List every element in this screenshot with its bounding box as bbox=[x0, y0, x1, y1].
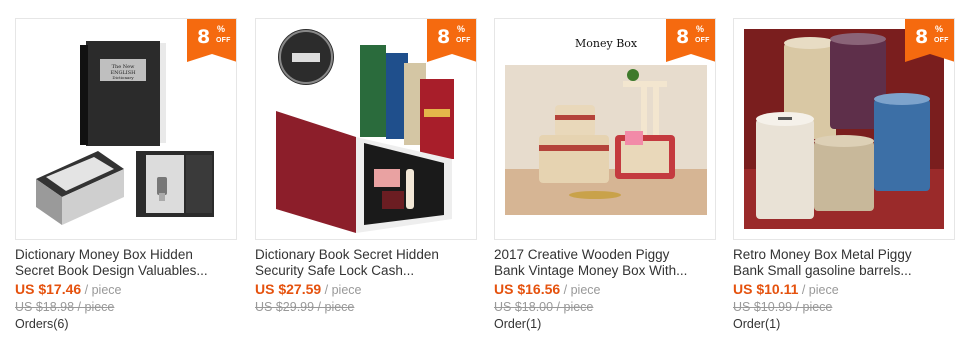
order-count: Orders(6) bbox=[15, 317, 69, 331]
product-price: US $10.11 / piece bbox=[733, 281, 839, 297]
discount-badge: 8 % OFF bbox=[187, 19, 236, 62]
order-count: Order(1) bbox=[494, 317, 542, 331]
order-count: Order(1) bbox=[733, 317, 781, 331]
discount-off: OFF bbox=[456, 37, 471, 44]
discount-value: 8 bbox=[197, 26, 211, 48]
discount-value: 8 bbox=[437, 26, 451, 48]
discount-percent: % bbox=[217, 24, 226, 34]
product-title[interactable]: 2017 Creative Wooden Piggy Bank Vintage … bbox=[494, 247, 716, 279]
original-price: US $18.98 / piece bbox=[15, 300, 115, 314]
product-title[interactable]: Retro Money Box Metal Piggy Bank Small g… bbox=[733, 247, 955, 279]
discount-off: OFF bbox=[695, 37, 710, 44]
discount-value: 8 bbox=[676, 26, 690, 48]
product-image[interactable]: 8 % OFF bbox=[255, 18, 477, 240]
original-price: US $29.99 / piece bbox=[255, 300, 355, 314]
product-price: US $17.46 / piece bbox=[15, 281, 122, 297]
discount-badge: 8 % OFF bbox=[905, 19, 954, 62]
product-image[interactable]: Money Box 8 % OFF bbox=[494, 18, 716, 240]
discount-badge: 8 % OFF bbox=[666, 19, 715, 62]
product-title[interactable]: Dictionary Book Secret Hidden Security S… bbox=[255, 247, 477, 279]
product-title[interactable]: Dictionary Money Box Hidden Secret Book … bbox=[15, 247, 237, 279]
original-price: US $18.00 / piece bbox=[494, 300, 594, 314]
discount-percent: % bbox=[935, 24, 944, 34]
product-image[interactable]: 8 % OFF bbox=[733, 18, 955, 240]
discount-off: OFF bbox=[216, 37, 231, 44]
product-price: US $16.56 / piece bbox=[494, 281, 601, 297]
discount-off: OFF bbox=[934, 37, 949, 44]
product-card[interactable]: 8 % OFF Dictionary Book Secret Hidden Se… bbox=[255, 18, 477, 316]
product-image[interactable]: The New ENGLISH Dictionary 8 % OFF bbox=[15, 18, 237, 240]
discount-percent: % bbox=[696, 24, 705, 34]
product-card[interactable]: 8 % OFF Retro Money Box Metal Piggy Bank… bbox=[733, 18, 955, 333]
product-card[interactable]: The New ENGLISH Dictionary 8 % OFF Dicti… bbox=[15, 18, 237, 333]
discount-value: 8 bbox=[915, 26, 929, 48]
product-grid: The New ENGLISH Dictionary 8 % OFF Dicti… bbox=[0, 0, 973, 360]
discount-badge: 8 % OFF bbox=[427, 19, 476, 62]
discount-percent: % bbox=[457, 24, 466, 34]
product-price: US $27.59 / piece bbox=[255, 281, 362, 297]
svg-text:Dictionary: Dictionary bbox=[112, 75, 134, 80]
image-caption: Money Box bbox=[575, 37, 638, 50]
product-card[interactable]: Money Box 8 % OFF 2017 Creative Wooden P… bbox=[494, 18, 716, 333]
original-price: US $10.99 / piece bbox=[733, 300, 833, 314]
